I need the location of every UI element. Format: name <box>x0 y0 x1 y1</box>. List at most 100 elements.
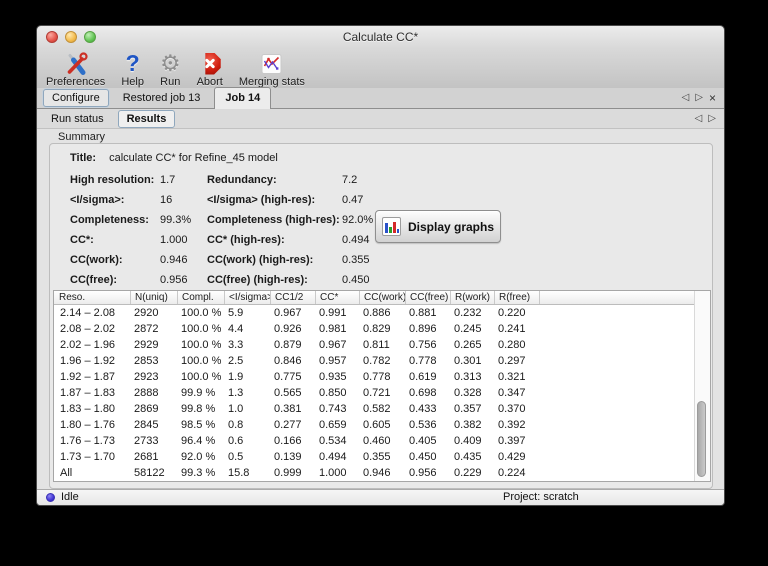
table-column-header[interactable]: R(free) <box>494 291 539 304</box>
table-column-header[interactable]: N(uniq) <box>130 291 177 304</box>
table-row[interactable]: 1.76 – 1.73 2733 96.4 % 0.6 0.166 0.534 0.460 0… <box>54 433 710 449</box>
table-cell: 1.76 – 1.73 <box>60 435 116 447</box>
status-bar: Idle Project: scratch <box>37 489 724 505</box>
subtab-scroll-left-icon[interactable]: ◁ <box>695 113 703 124</box>
summary-stat-value: 1.7 <box>160 174 176 186</box>
table-cell: 2929 <box>134 339 159 351</box>
table-column-header[interactable] <box>539 291 710 304</box>
summary-stat-row: CC(free): 0.956 CC(free) (high-res): 0.450 <box>50 270 712 290</box>
table-column-header[interactable]: <I/sigma> <box>224 291 270 304</box>
tab-results[interactable]: Results <box>117 109 176 128</box>
table-cell: 2.08 – 2.02 <box>60 323 116 335</box>
toolbar: Preferences ? Help ⚙ Run Abort Merging s… <box>43 48 308 89</box>
table-cell: 0.433 <box>409 403 437 415</box>
table-cell: 0.582 <box>363 403 391 415</box>
summary-groupbox: Title: calculate CC* for Refine_45 model … <box>49 143 713 489</box>
table-column-header[interactable]: CC(work) <box>359 291 405 304</box>
merging-stats-button[interactable]: Merging stats <box>236 50 308 88</box>
table-cell: 0.981 <box>319 323 347 335</box>
table-cell: 0.224 <box>498 467 526 479</box>
table-column-header[interactable]: CC(free) <box>405 291 450 304</box>
table-row[interactable]: 1.96 – 1.92 2853 100.0 % 2.5 0.846 0.957 0.782… <box>54 353 710 369</box>
summary-title-value: calculate CC* for Refine_45 model <box>109 152 278 164</box>
table-cell: 0.565 <box>274 387 302 399</box>
table-cell: 0.8 <box>228 419 244 431</box>
bar-chart-icon <box>381 217 401 236</box>
table-cell: 0.166 <box>274 435 302 447</box>
summary-stat-value: 0.47 <box>342 194 364 206</box>
table-cell: 0.381 <box>274 403 302 415</box>
table-cell: 0.347 <box>498 387 526 399</box>
tab-scroll-left-icon[interactable]: ◁ <box>682 93 690 103</box>
table-cell: 58122 <box>134 467 165 479</box>
status-state: Idle <box>61 491 79 503</box>
table-row[interactable]: 2.02 – 1.96 2929 100.0 % 3.3 0.879 0.967 0.811… <box>54 337 710 353</box>
table-cell: 0.886 <box>363 307 391 319</box>
table-column-header[interactable]: CC* <box>315 291 359 304</box>
run-button[interactable]: ⚙ Run <box>157 50 184 89</box>
table-cell: 0.829 <box>363 323 391 335</box>
table-row[interactable]: 1.92 – 1.87 2923 100.0 % 1.9 0.775 0.935 0.778… <box>54 369 710 385</box>
tools-icon <box>64 51 88 76</box>
tab-restored-job-13[interactable]: Restored job 13 <box>115 90 209 106</box>
tab-configure[interactable]: Configure <box>43 89 109 107</box>
table-cell: 0.357 <box>454 403 482 415</box>
tab-job-14[interactable]: Job 14 <box>214 86 272 111</box>
summary-stat-label: CC(work) (high-res): <box>207 254 314 266</box>
table-cell: 0.896 <box>409 323 437 335</box>
help-button[interactable]: ? Help <box>118 50 147 89</box>
display-graphs-button[interactable]: Display graphs <box>375 210 501 243</box>
table-cell: All <box>60 467 73 479</box>
table-cell <box>539 369 710 385</box>
table-cell: 0.935 <box>319 371 347 383</box>
screen-background: Calculate CC* Preferences ? Help ⚙ Run A… <box>0 0 768 566</box>
tab-run-status[interactable]: Run status <box>43 111 112 127</box>
table-cell: 0.879 <box>274 339 302 351</box>
table-cell: 0.297 <box>498 355 526 367</box>
table-row[interactable]: 1.83 – 1.80 2869 99.8 % 1.0 0.381 0.743 0.582 0… <box>54 401 710 417</box>
scrollbar-thumb[interactable] <box>697 401 706 478</box>
table-row[interactable]: 1.87 – 1.83 2888 99.9 % 1.3 0.565 0.850 0.721 0… <box>54 385 710 401</box>
table-cell: 0.220 <box>498 307 526 319</box>
table-column-header[interactable]: R(work) <box>450 291 494 304</box>
table-cell: 0.967 <box>319 339 347 351</box>
project-label: Project: scratch <box>503 491 579 503</box>
table-cell <box>539 321 710 337</box>
table-cell <box>539 433 710 449</box>
summary-stat-value: 0.450 <box>342 274 370 286</box>
question-mark-icon: ? <box>125 50 140 76</box>
table-cell <box>539 449 710 465</box>
table-cell: 92.0 % <box>181 451 216 463</box>
table-cell: 0.280 <box>498 339 526 351</box>
table-row[interactable]: All 58122 99.3 % 15.8 0.999 1.000 0.946 0.956 0.… <box>54 465 710 481</box>
summary-stat-label: CC* (high-res): <box>207 234 285 246</box>
table-row[interactable]: 2.14 – 2.08 2920 100.0 % 5.9 0.967 0.991 0.886… <box>54 305 710 321</box>
table-row[interactable]: 1.73 – 1.70 2681 92.0 % 0.5 0.139 0.494 0.355 0… <box>54 449 710 465</box>
table-row[interactable]: 2.08 – 2.02 2872 100.0 % 4.4 0.926 0.981 0.829… <box>54 321 710 337</box>
table-cell: 0.265 <box>454 339 482 351</box>
subtab-scroll-right-icon[interactable]: ▷ <box>708 113 716 124</box>
preferences-button[interactable]: Preferences <box>43 50 108 88</box>
table-cell: 0.778 <box>409 355 437 367</box>
table-cell: 1.83 – 1.80 <box>60 403 116 415</box>
table-row[interactable]: 1.80 – 1.76 2845 98.5 % 0.8 0.277 0.659 0.605 0… <box>54 417 710 433</box>
table-cell: 2733 <box>134 435 159 447</box>
job-tab-bar: Configure Restored job 13 Job 14 ◁ ▷ × <box>37 86 724 111</box>
table-cell: 2888 <box>134 387 159 399</box>
table-cell: 0.846 <box>274 355 302 367</box>
tab-scroll-right-icon[interactable]: ▷ <box>695 93 703 103</box>
table-vertical-scrollbar[interactable] <box>694 291 710 481</box>
table-cell: 0.721 <box>363 387 391 399</box>
abort-button[interactable]: Abort <box>194 50 226 88</box>
summary-stat-value: 0.956 <box>160 274 188 286</box>
table-column-header[interactable]: Compl. <box>177 291 224 304</box>
tab-close-icon[interactable]: × <box>709 92 716 104</box>
stop-x-icon <box>199 51 221 76</box>
summary-stat-value: 0.946 <box>160 254 188 266</box>
table-cell: 96.4 % <box>181 435 216 447</box>
table-column-header[interactable]: Reso. <box>54 291 130 304</box>
table-column-header[interactable]: CC1/2 <box>270 291 315 304</box>
table-cell: 1.96 – 1.92 <box>60 355 116 367</box>
table-cell: 99.8 % <box>181 403 216 415</box>
table-cell: 0.659 <box>319 419 347 431</box>
